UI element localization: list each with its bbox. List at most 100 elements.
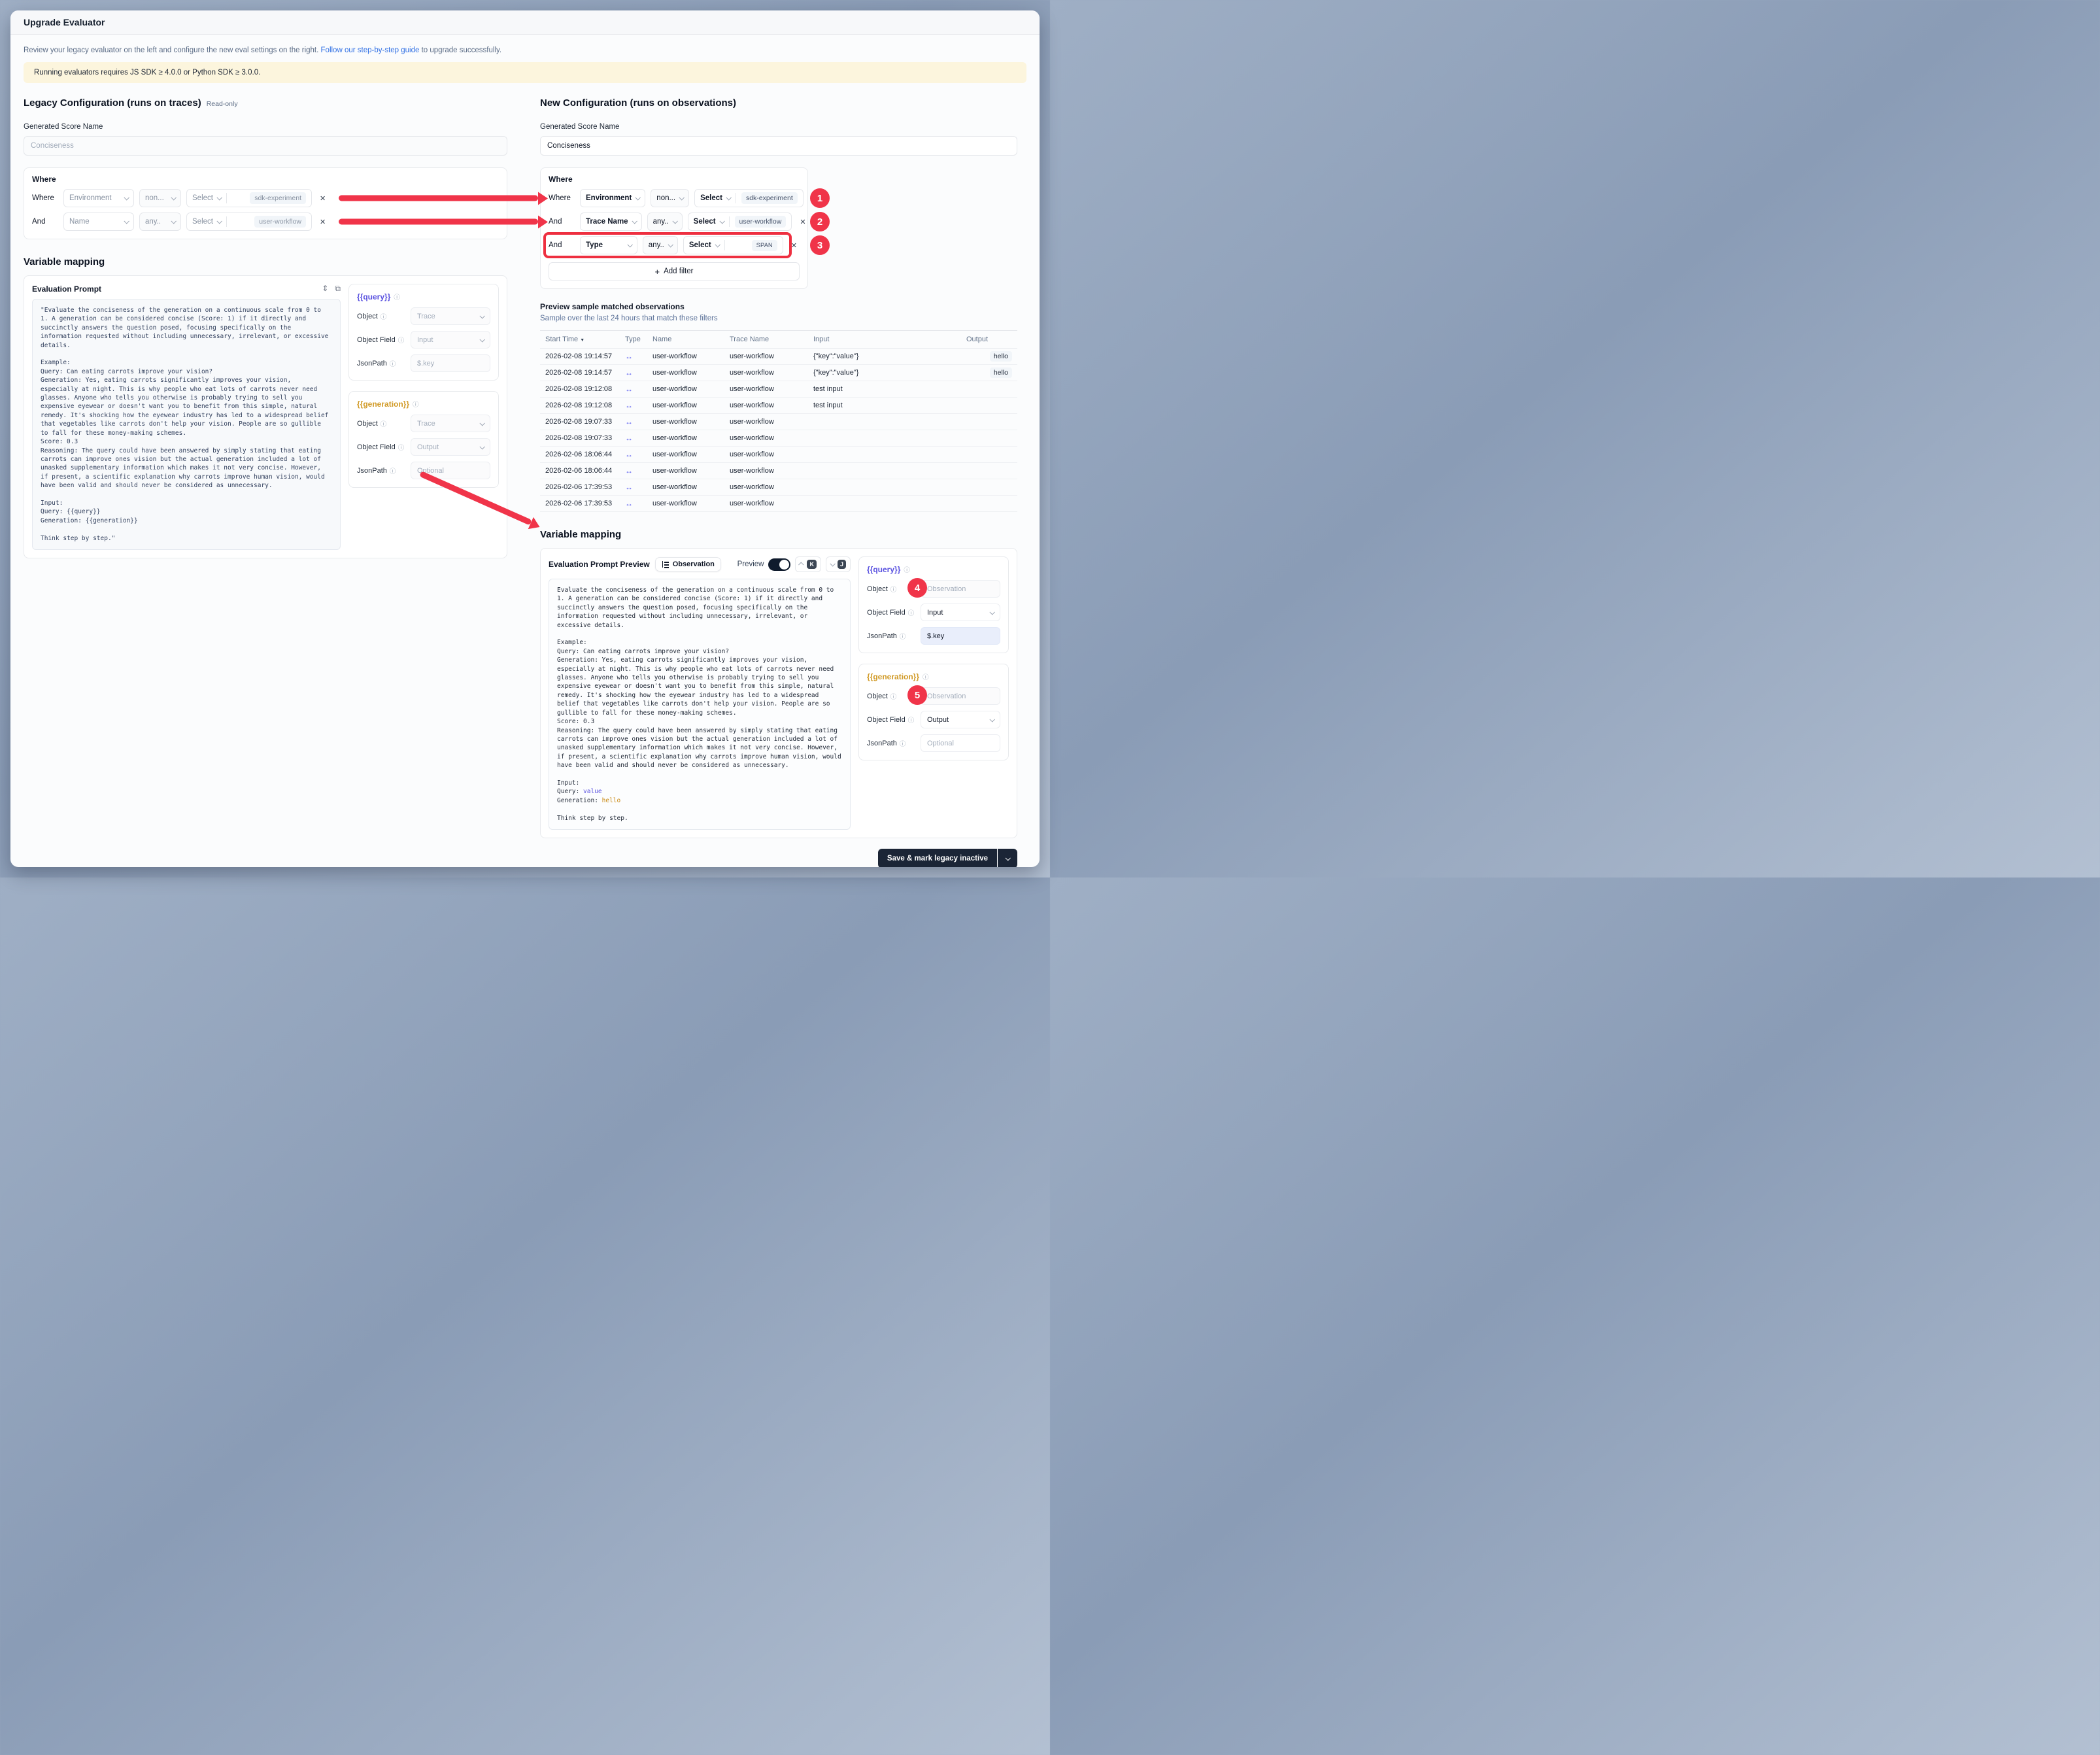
save-button[interactable]: Save & mark legacy inactive bbox=[878, 849, 997, 867]
cell-name: user-workflow bbox=[647, 430, 724, 447]
filter-operator-select[interactable]: any.. bbox=[647, 213, 683, 231]
config-columns: Legacy Configuration (runs on traces) Re… bbox=[24, 97, 1026, 867]
chevron-down-icon bbox=[715, 242, 720, 247]
variable-name: {{query}} bbox=[867, 565, 900, 574]
step-by-step-guide-link[interactable]: Follow our step-by-step guide bbox=[321, 46, 420, 54]
filter-value-select[interactable]: Select SPAN bbox=[683, 236, 783, 254]
filter-value-chip: user-workflow bbox=[254, 216, 306, 228]
prev-item-button[interactable]: K bbox=[795, 556, 821, 572]
plus-icon: + bbox=[655, 267, 660, 276]
object-select[interactable]: Trace bbox=[411, 307, 490, 325]
next-item-button[interactable]: J bbox=[826, 556, 851, 572]
object-row: Objectⓘ Observation bbox=[867, 580, 1000, 598]
object-select[interactable]: Trace bbox=[411, 415, 490, 432]
remove-filter-button[interactable]: ✕ bbox=[788, 240, 800, 251]
filter-field-select[interactable]: Name bbox=[63, 213, 134, 231]
filter-field-select[interactable]: Environment bbox=[63, 189, 134, 207]
table-row[interactable]: 2026-02-08 19:12:08↔user-workflowuser-wo… bbox=[540, 381, 1017, 398]
annotation-badge-2: 2 bbox=[810, 212, 830, 231]
cell-name: user-workflow bbox=[647, 398, 724, 414]
jsonpath-input[interactable]: $.key bbox=[411, 354, 490, 372]
filter-value-select[interactable]: Select user-workflow bbox=[688, 213, 792, 231]
jsonpath-value: Optional bbox=[417, 467, 444, 475]
table-row[interactable]: 2026-02-06 18:06:44↔user-workflowuser-wo… bbox=[540, 463, 1017, 479]
chevron-down-icon bbox=[679, 195, 685, 200]
filter-operator-select[interactable]: any.. bbox=[643, 236, 678, 254]
jsonpath-input[interactable]: Optional bbox=[921, 734, 1000, 752]
filter-operator-value: non... bbox=[145, 194, 164, 202]
filter-connector: And bbox=[32, 218, 58, 226]
new-config-column: New Configuration (runs on observations)… bbox=[540, 97, 1017, 867]
legacy-section-title: Legacy Configuration (runs on traces) Re… bbox=[24, 97, 507, 109]
new-config-section-title: New Configuration (runs on observations) bbox=[540, 97, 1017, 109]
divider bbox=[724, 240, 725, 250]
chevron-down-icon bbox=[216, 195, 222, 200]
remove-filter-button[interactable]: ✕ bbox=[809, 193, 820, 204]
new-score-name-input[interactable] bbox=[540, 136, 1017, 156]
info-icon: ⓘ bbox=[890, 692, 897, 701]
filter-field-select[interactable]: Type bbox=[580, 236, 637, 254]
span-type-icon: ↔ bbox=[625, 368, 633, 377]
dialog-header: Upgrade Evaluator bbox=[10, 10, 1040, 35]
expand-icon[interactable]: ⇕ bbox=[322, 284, 328, 294]
divider bbox=[226, 216, 227, 227]
cell-input: test input bbox=[808, 398, 961, 414]
filter-operator-select[interactable]: non... bbox=[651, 189, 689, 207]
object-field-select[interactable]: Input bbox=[921, 604, 1000, 621]
table-row[interactable]: 2026-02-06 17:39:53↔user-workflowuser-wo… bbox=[540, 479, 1017, 496]
table-row[interactable]: 2026-02-08 19:07:33↔user-workflowuser-wo… bbox=[540, 414, 1017, 430]
jsonpath-input[interactable]: $.key bbox=[921, 627, 1000, 645]
filter-operator-select[interactable]: non... bbox=[139, 189, 181, 207]
save-options-button[interactable] bbox=[998, 849, 1017, 867]
jsonpath-row: JsonPathⓘ $.key bbox=[357, 354, 490, 372]
table-row[interactable]: 2026-02-08 19:12:08↔user-workflowuser-wo… bbox=[540, 398, 1017, 414]
table-row[interactable]: 2026-02-08 19:07:33↔user-workflowuser-wo… bbox=[540, 430, 1017, 447]
remove-filter-button[interactable]: ✕ bbox=[317, 216, 328, 228]
cell-type: ↔ bbox=[620, 496, 647, 512]
cell-output: hello bbox=[961, 349, 1017, 365]
filter-value-select[interactable]: Select sdk-experiment bbox=[694, 189, 804, 207]
remove-filter-button[interactable]: ✕ bbox=[317, 193, 328, 204]
preview-observations-subtitle: Sample over the last 24 hours that match… bbox=[540, 315, 1017, 322]
filter-operator-select[interactable]: any.. bbox=[139, 213, 181, 231]
chevron-down-icon bbox=[726, 195, 731, 200]
variable-name: {{query}} bbox=[357, 292, 390, 301]
cell-start-time: 2026-02-06 17:39:53 bbox=[540, 496, 620, 512]
query-value: value bbox=[583, 788, 602, 795]
preview-toggle[interactable] bbox=[768, 558, 790, 571]
table-row[interactable]: 2026-02-08 19:14:57↔user-workflowuser-wo… bbox=[540, 349, 1017, 365]
filter-value-select[interactable]: Select user-workflow bbox=[186, 213, 312, 231]
jsonpath-input[interactable]: Optional bbox=[411, 462, 490, 479]
cell-name: user-workflow bbox=[647, 479, 724, 496]
span-type-icon: ↔ bbox=[625, 466, 633, 475]
copy-icon[interactable]: ⧉ bbox=[335, 284, 341, 294]
span-type-icon: ↔ bbox=[625, 450, 633, 459]
object-field-select[interactable]: Output bbox=[921, 711, 1000, 728]
cell-input bbox=[808, 414, 961, 430]
object-field-row: Object Fieldⓘ Output bbox=[867, 711, 1000, 728]
object-field-select[interactable]: Output bbox=[411, 438, 490, 456]
evaluation-prompt-title: Evaluation Prompt bbox=[32, 284, 101, 294]
remove-filter-button[interactable]: ✕ bbox=[797, 216, 808, 228]
filter-field-select[interactable]: Trace Name bbox=[580, 213, 642, 231]
span-type-icon: ↔ bbox=[625, 434, 633, 443]
preview-observations-title: Preview sample matched observations bbox=[540, 302, 1017, 311]
object-label: Objectⓘ bbox=[357, 419, 411, 428]
table-row[interactable]: 2026-02-06 17:39:53↔user-workflowuser-wo… bbox=[540, 496, 1017, 512]
col-start-time[interactable]: Start Time ▼ bbox=[540, 331, 620, 349]
object-field-row: Object Fieldⓘ Input bbox=[357, 331, 490, 349]
cell-trace-name: user-workflow bbox=[724, 365, 808, 381]
filter-value-select[interactable]: Select sdk-experiment bbox=[186, 189, 312, 207]
chevron-down-icon bbox=[171, 195, 176, 200]
filter-field-select[interactable]: Environment bbox=[580, 189, 645, 207]
table-row[interactable]: 2026-02-08 19:14:57↔user-workflowuser-wo… bbox=[540, 365, 1017, 381]
cell-start-time: 2026-02-06 18:06:44 bbox=[540, 447, 620, 463]
observation-tab-label: Observation bbox=[673, 560, 715, 568]
add-filter-button[interactable]: + Add filter bbox=[549, 262, 800, 281]
object-field-select[interactable]: Input bbox=[411, 331, 490, 349]
cell-start-time: 2026-02-06 17:39:53 bbox=[540, 479, 620, 496]
object-value: Observation bbox=[927, 692, 966, 700]
observation-tab[interactable]: Observation bbox=[655, 557, 721, 571]
table-row[interactable]: 2026-02-06 18:06:44↔user-workflowuser-wo… bbox=[540, 447, 1017, 463]
object-field-value: Input bbox=[417, 336, 433, 344]
